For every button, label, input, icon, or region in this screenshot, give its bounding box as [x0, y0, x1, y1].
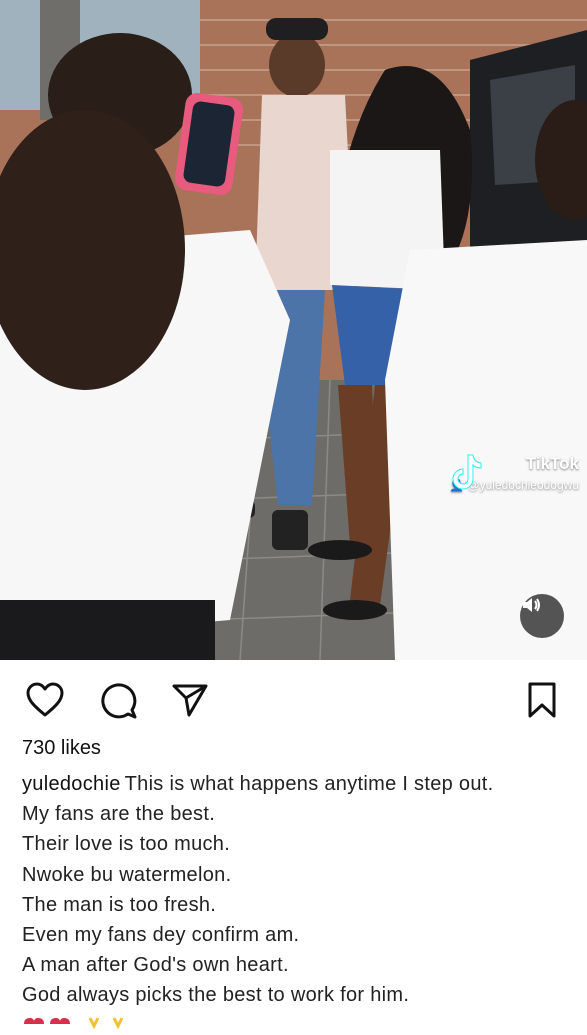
caption-username[interactable]: yuledochie [22, 773, 121, 795]
comment-icon [101, 683, 137, 719]
heart-icon [26, 682, 64, 717]
comment-button[interactable] [98, 680, 138, 720]
share-button[interactable] [170, 680, 210, 720]
tiktok-handle-text: @yuledochieodogwu [467, 478, 579, 492]
heart-emoji-icon [50, 1018, 70, 1024]
caption-line: Their love is too much. [22, 833, 231, 856]
video-frame [0, 0, 587, 660]
post-action-bar [0, 660, 587, 736]
caption-emoji-row [22, 1010, 142, 1030]
bookmark-icon [528, 682, 556, 718]
post-video[interactable]: TikTok 👤 @yuledochieodogwu [0, 0, 587, 660]
send-icon [172, 684, 208, 717]
caption-line: The man is too fresh. [22, 893, 217, 916]
speaker-icon [523, 598, 540, 612]
hands-emoji-icon [112, 1017, 124, 1030]
caption-line: Nwoke bu watermelon. [22, 863, 232, 886]
caption-line: Even my fans dey confirm am. [22, 924, 300, 947]
save-button[interactable] [522, 680, 562, 720]
caption-line: My fans are the best. [22, 803, 216, 826]
caption-first-line: yuledochie This is what happens anytime I… [22, 769, 582, 799]
hands-emoji-icon [88, 1017, 100, 1030]
emoji-icons [24, 1017, 124, 1030]
like-button[interactable] [25, 680, 65, 720]
tiktok-logo-icon [452, 454, 482, 490]
tiktok-watermark: TikTok 👤 @yuledochieodogwu [449, 452, 579, 492]
heart-emoji-icon [24, 1018, 44, 1024]
caption-line: God always picks the best to work for hi… [22, 984, 410, 1007]
caption-text: This is what happens anytime I step out. [124, 773, 494, 795]
like-count[interactable]: 730 likes [22, 737, 101, 760]
caption-line: A man after God's own heart. [22, 954, 289, 977]
mute-button[interactable] [520, 594, 564, 638]
post-caption: yuledochie This is what happens anytime I… [22, 769, 582, 1011]
